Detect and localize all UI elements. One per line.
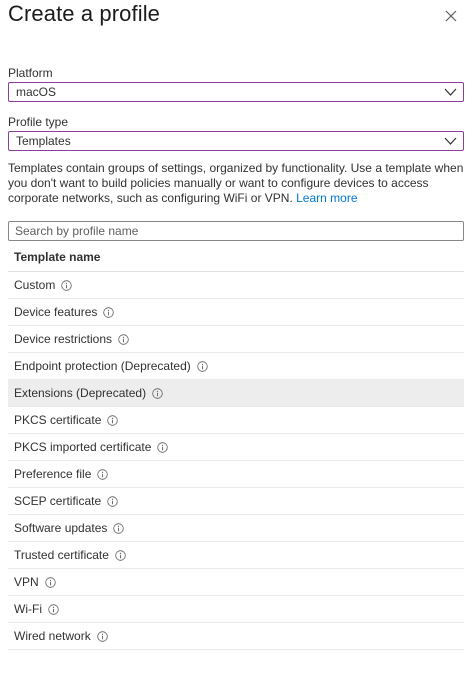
info-icon[interactable] <box>107 414 119 426</box>
table-row[interactable]: PKCS certificate <box>8 407 464 434</box>
close-button[interactable] <box>440 5 462 27</box>
table-row[interactable]: Software updates <box>8 515 464 542</box>
template-name: Device restrictions <box>14 331 113 346</box>
templates-description: Templates contain groups of settings, or… <box>8 161 466 206</box>
template-name: Custom <box>14 277 56 292</box>
table-row[interactable]: Device features <box>8 299 464 326</box>
template-name: Preference file <box>14 466 92 481</box>
table-row[interactable]: Extensions (Deprecated) <box>8 380 464 407</box>
table-body: Custom Device features Device restrictions… <box>8 272 464 650</box>
template-name: Device features <box>14 304 98 319</box>
info-icon[interactable] <box>107 495 118 507</box>
platform-value: macOS <box>16 85 57 99</box>
info-icon[interactable] <box>197 360 208 372</box>
info-icon[interactable] <box>97 468 109 480</box>
info-icon[interactable] <box>44 576 56 588</box>
info-icon[interactable] <box>157 441 169 453</box>
table-row[interactable]: Endpoint protection (Deprecated) <box>8 353 464 380</box>
info-icon[interactable] <box>113 522 125 534</box>
table-row[interactable]: Trusted certificate <box>8 542 464 569</box>
table-row[interactable]: VPN <box>8 569 464 596</box>
table-row[interactable]: Custom <box>8 272 464 299</box>
templates-table: Template name Custom Device features Devic… <box>8 244 464 650</box>
template-name: VPN <box>14 574 39 589</box>
table-row[interactable]: SCEP certificate <box>8 488 464 515</box>
template-name: Wired network <box>14 628 91 643</box>
platform-label: Platform <box>8 66 53 80</box>
search-input[interactable] <box>8 221 464 241</box>
template-name: Endpoint protection (Deprecated) <box>14 358 191 373</box>
table-row[interactable]: Wi-Fi <box>8 596 464 623</box>
info-icon[interactable] <box>61 279 73 291</box>
table-row[interactable]: Preference file <box>8 461 464 488</box>
profile-type-value: Templates <box>16 134 71 148</box>
profile-type-dropdown[interactable]: Templates <box>8 131 464 151</box>
description-text: Templates contain groups of settings, or… <box>8 161 464 205</box>
template-name: Wi-Fi <box>14 601 42 616</box>
table-row[interactable]: Wired network <box>8 623 464 650</box>
info-icon[interactable] <box>96 630 108 642</box>
column-header-template-name[interactable]: Template name <box>14 250 100 265</box>
template-name: SCEP certificate <box>14 493 102 508</box>
info-icon[interactable] <box>115 549 126 561</box>
template-name: Extensions (Deprecated) <box>14 385 147 400</box>
table-header: Template name <box>8 244 464 272</box>
template-name: PKCS certificate <box>14 412 102 427</box>
create-profile-panel: Create a profile Platform macOS Profile … <box>0 0 474 676</box>
info-icon[interactable] <box>103 306 115 318</box>
profile-type-label: Profile type <box>8 115 69 129</box>
table-row[interactable]: PKCS imported certificate <box>8 434 464 461</box>
page-title: Create a profile <box>8 1 161 26</box>
info-icon[interactable] <box>118 333 129 345</box>
info-icon[interactable] <box>48 603 59 615</box>
template-name: PKCS imported certificate <box>14 439 152 454</box>
table-row[interactable]: Device restrictions <box>8 326 464 353</box>
chevron-down-icon <box>444 88 457 96</box>
platform-dropdown[interactable]: macOS <box>8 82 464 102</box>
close-icon <box>445 10 457 22</box>
template-name: Trusted certificate <box>14 547 109 562</box>
chevron-down-icon <box>444 137 457 145</box>
info-icon[interactable] <box>152 387 163 399</box>
template-name: Software updates <box>14 520 108 535</box>
learn-more-link[interactable]: Learn more <box>296 191 357 205</box>
